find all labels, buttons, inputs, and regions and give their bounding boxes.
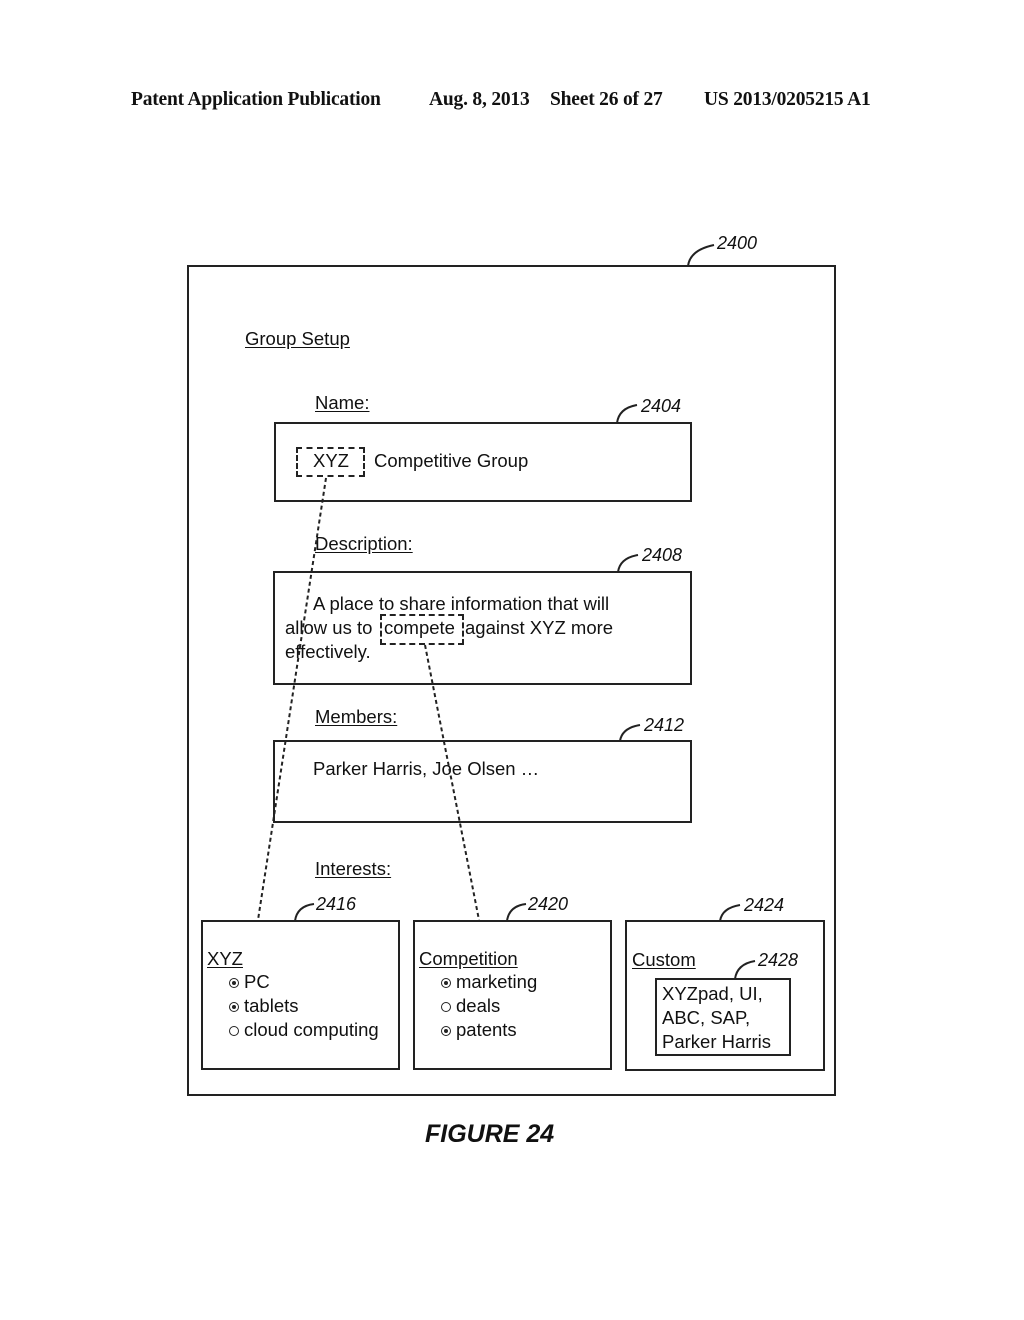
- interest-group-custom-title: Custom: [632, 949, 696, 970]
- description-line-3: effectively.: [285, 641, 371, 662]
- group-setup-title: Group Setup: [245, 328, 350, 349]
- members-input[interactable]: [273, 740, 692, 823]
- leader-2400: [687, 244, 715, 267]
- radio-selected-icon[interactable]: [441, 978, 451, 988]
- interest-option[interactable]: PC: [229, 970, 270, 994]
- custom-interest-line: Parker Harris: [662, 1031, 771, 1052]
- publication-label: Patent Application Publication: [131, 89, 381, 110]
- figure-caption: FIGURE 24: [425, 1120, 555, 1148]
- description-line-2-start: allow us to: [285, 617, 373, 638]
- ref-label-2412: 2412: [644, 715, 685, 735]
- radio-selected-icon[interactable]: [229, 1002, 239, 1012]
- name-highlight-text: XYZ: [313, 450, 349, 471]
- interest-group-xyz-title: XYZ: [207, 948, 243, 969]
- name-value: Competitive Group: [374, 450, 529, 471]
- ref-label-2420: 2420: [528, 894, 569, 914]
- custom-interest-line: ABC, SAP,: [662, 1007, 751, 1028]
- sheet-number: Sheet 26 of 27: [550, 89, 663, 110]
- interest-group-competition-title: Competition: [419, 948, 518, 969]
- interest-option[interactable]: marketing: [441, 970, 537, 994]
- radio-unselected-icon[interactable]: [441, 1002, 451, 1012]
- ref-label-2416: 2416: [316, 894, 357, 914]
- ref-label-2408: 2408: [642, 545, 683, 565]
- members-label: Members:: [315, 706, 398, 727]
- radio-selected-icon[interactable]: [441, 1026, 451, 1036]
- radio-unselected-icon[interactable]: [229, 1026, 239, 1036]
- description-line-1: A place to share information that will: [313, 593, 610, 614]
- interests-label: Interests:: [315, 858, 392, 879]
- ref-label-2424: 2424: [744, 895, 785, 915]
- members-value: Parker Harris, Joe Olsen …: [313, 758, 540, 779]
- interest-option[interactable]: tablets: [229, 994, 299, 1018]
- custom-interest-line: XYZpad, UI,: [662, 983, 763, 1004]
- interest-option[interactable]: patents: [441, 1018, 517, 1042]
- patent-number: US 2013/0205215 A1: [704, 89, 871, 110]
- ref-label-2428: 2428: [758, 950, 799, 970]
- interest-option[interactable]: deals: [441, 994, 500, 1018]
- ref-label-2404: 2404: [641, 396, 682, 416]
- description-line-2-end: against XYZ more: [465, 617, 614, 638]
- name-label: Name:: [315, 392, 370, 413]
- interest-option[interactable]: cloud computing: [229, 1018, 379, 1042]
- radio-selected-icon[interactable]: [229, 978, 239, 988]
- publication-date: Aug. 8, 2013: [429, 89, 530, 110]
- ref-label-2400: 2400: [717, 233, 758, 253]
- description-highlight-text: compete: [384, 617, 455, 638]
- description-label: Description:: [315, 533, 413, 554]
